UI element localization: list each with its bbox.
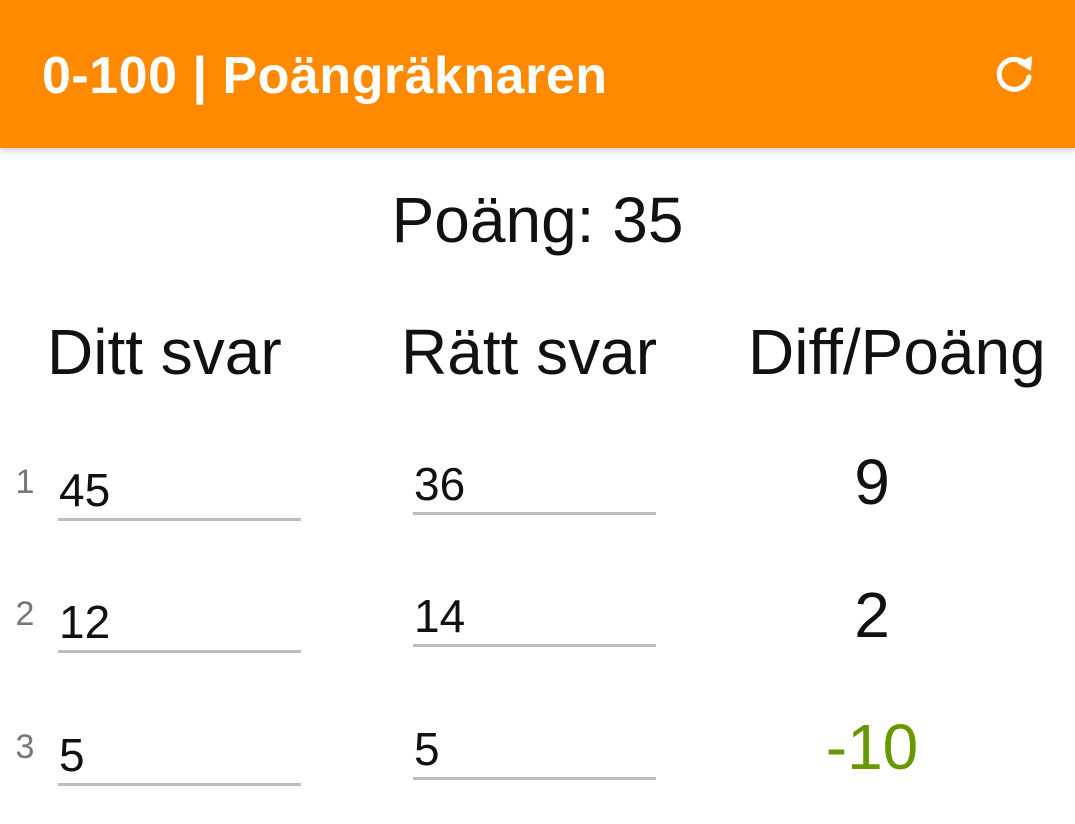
score-display: Poäng: 35 — [391, 184, 684, 256]
correct-answer-input[interactable]: 14 — [413, 588, 656, 647]
refresh-icon — [990, 50, 1038, 103]
app-toolbar: 0-100 | Poängräknaren — [0, 0, 1075, 148]
header-correct-answer: Rätt svar — [401, 316, 658, 388]
your-answer-input[interactable]: 5 — [58, 727, 301, 786]
diff-value: 9 — [854, 446, 890, 518]
diff-value: -10 — [825, 711, 919, 783]
correct-answer-input[interactable]: 5 — [413, 721, 656, 780]
header-your-answer: Ditt svar — [47, 316, 282, 388]
app-screen: 0-100 | Poängräknaren Poäng: 35 Ditt sva… — [0, 0, 1075, 824]
row-number: 2 — [15, 595, 35, 633]
row-number: 1 — [15, 463, 35, 501]
app-title: 0-100 | Poängräknaren — [42, 47, 608, 105]
refresh-button[interactable] — [986, 48, 1042, 104]
header-diff-points: Diff/Poäng — [748, 316, 1046, 388]
correct-answer-input[interactable]: 36 — [413, 456, 656, 515]
row-number: 3 — [15, 728, 35, 766]
your-answer-input[interactable]: 45 — [58, 462, 301, 521]
your-answer-input[interactable]: 12 — [58, 594, 301, 653]
diff-value: 2 — [854, 579, 890, 651]
